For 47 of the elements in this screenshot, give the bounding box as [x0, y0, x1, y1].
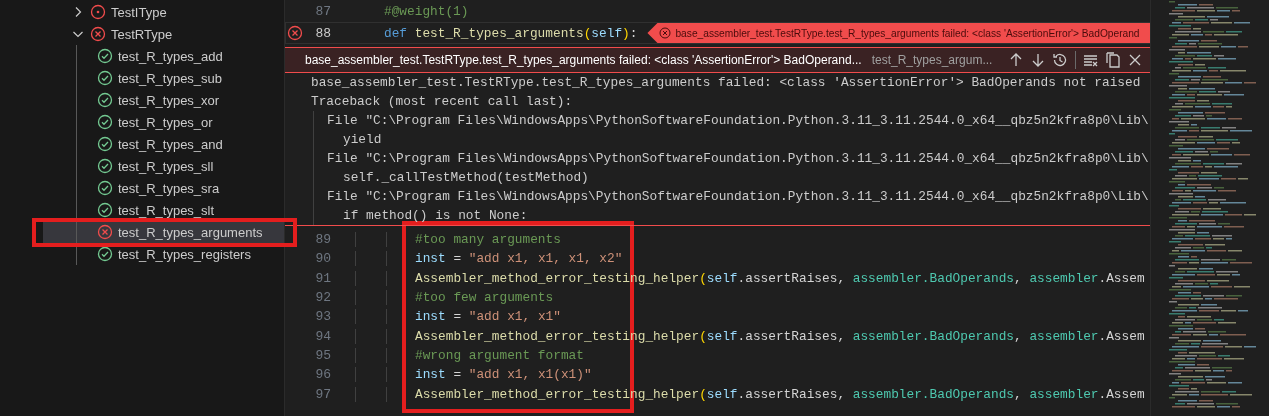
peek-subtitle: test_R_types_argum... [871, 53, 993, 67]
tree-item[interactable]: test_R_types_xor [43, 89, 284, 111]
tree-item[interactable]: TestIType [0, 1, 284, 23]
line-number: 92 [314, 290, 331, 306]
code-line: #@weight(1) [384, 3, 469, 19]
code-line: def test_R_types_arguments(self): [384, 25, 638, 41]
traceback-location: File "C:\Program Files\WindowsApps\PythonSoftwareFoundation.Python.3.11_3.11.2544.0_x64__qbz5n2kfra8p0\Lib\ [327, 189, 1149, 204]
code-line: inst = "add x1, x1, x1, x2" [415, 251, 623, 267]
tree-item[interactable]: test_R_types_sub [43, 67, 284, 89]
line-number: 90 [314, 251, 331, 267]
line-number: 94 [314, 328, 331, 344]
tree-item[interactable]: test_R_types_and [43, 133, 284, 155]
code-line: #wrong argument format [415, 347, 584, 363]
line-number: 91 [314, 270, 331, 286]
tree-item[interactable]: test_R_types_sll [43, 155, 284, 177]
error-message: base_assembler_test.TestRType.test_R_types_arguments failed: <class 'AssertionError'> BadOperands not raised [311, 75, 1141, 90]
code-line: #too few arguments [415, 290, 554, 306]
error-icon[interactable] [287, 25, 303, 41]
tree-item[interactable]: test_R_types_slt [43, 199, 284, 221]
line-number: 87 [314, 3, 331, 19]
history-icon[interactable] [1051, 51, 1069, 69]
inline-error-banner[interactable]: base_assembler_test.TestRType.test_R_types_arguments failed: <class 'AssertionError'> BadOperand [647, 23, 1150, 43]
tree-item[interactable]: test_R_types_sra [43, 177, 284, 199]
traceback-location: File "C:\Program Files\WindowsApps\PythonSoftwareFoundation.Python.3.11_3.11.2544.0_x64__qbz5n2kfra8p0\Lib\ [327, 113, 1149, 128]
line-number: 93 [314, 309, 331, 325]
tree-item[interactable]: test_R_types_arguments [43, 221, 284, 243]
code-line: inst = "add x1, x1(x1)" [415, 367, 592, 383]
traceback-code: yield [343, 131, 382, 149]
line-number: 95 [314, 347, 331, 363]
code-line: #too many arguments [415, 232, 561, 248]
traceback-heading: Traceback (most recent call last): [311, 94, 573, 109]
traceback-code: self._callTestMethod(testMethod) [343, 169, 589, 187]
line-number: 97 [314, 386, 331, 402]
peek-title: base_assembler_test.TestRType.test_R_types_arguments failed: <class 'AssertionError'> BadOperand... [305, 53, 862, 67]
line-number: 88 [314, 25, 331, 41]
traceback-location: File "C:\Program Files\WindowsApps\PythonSoftwareFoundation.Python.3.11_3.11.2544.0_x64__qbz5n2kfra8p0\Lib\ [327, 151, 1149, 166]
line-number: 96 [314, 367, 331, 383]
error-message: base_assembler_test.TestRType.test_R_types_arguments failed: <class 'AssertionError'> BadOperand [675, 27, 1140, 39]
traceback-code: if method() is not None: [343, 207, 528, 225]
error-icon [659, 27, 672, 39]
tree-item[interactable]: test_R_types_registers [43, 243, 284, 265]
code-line: inst = "add x1, x1" [415, 309, 561, 325]
open-file-icon[interactable] [1104, 51, 1122, 69]
tree-item[interactable]: test_R_types_add [43, 45, 284, 67]
line-number: 89 [314, 232, 331, 248]
tree-item[interactable]: TestRType [0, 23, 284, 45]
tree-item[interactable]: test_R_types_or [43, 111, 284, 133]
